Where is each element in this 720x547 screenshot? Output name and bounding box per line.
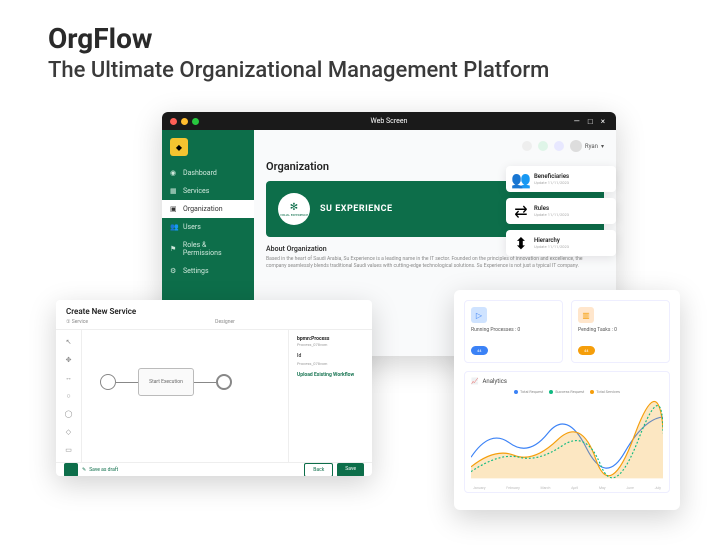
workflow-panel: Create New Service ① Service Designer ↖ … (56, 300, 372, 476)
task-tool[interactable]: ▭ (63, 444, 75, 456)
roles-icon: ⚑ (170, 245, 178, 253)
org-name: SU EXPERIENCE (320, 204, 393, 214)
sidebar-item-services[interactable]: ▦ Services (162, 182, 254, 200)
sidebar-item-label: Settings (183, 267, 209, 275)
hierarchy-icon: ⬍ (514, 236, 528, 250)
user-menu[interactable]: Ryan ▾ (570, 140, 604, 152)
hand-tool[interactable]: ✥ (63, 354, 75, 366)
card-title: Hierarchy (534, 237, 569, 244)
start-node[interactable] (100, 374, 116, 390)
pointer-tool[interactable]: ↖ (63, 336, 75, 348)
card-running-processes[interactable]: ▷ Running Processes : 0 44 (464, 300, 563, 363)
card-rules[interactable]: ⇄ Rules Update 11/11/2023 (506, 198, 616, 224)
save-draft-link[interactable]: ✎ Save as draft (82, 467, 118, 473)
end-node[interactable] (216, 374, 232, 390)
topbar: Ryan ▾ (266, 140, 604, 152)
properties-panel: bpmn:Process Process_078vxm Id Process_0… (288, 330, 372, 462)
sidebar-item-dashboard[interactable]: ◉ Dashboard (162, 164, 254, 182)
chart-legend: Total Request Success Request Total Serv… (471, 389, 663, 394)
bar-chart-icon: ▥ (578, 307, 594, 323)
analytics-panel: ▷ Running Processes : 0 44 ▥ Pending Tas… (454, 290, 680, 510)
gateway-tool[interactable]: ◇ (63, 426, 75, 438)
card-hierarchy[interactable]: ⬍ Hierarchy Update 11/11/2023 (506, 230, 616, 256)
sidebar-item-label: Dashboard (183, 169, 217, 177)
dashboard-icon: ◉ (170, 169, 178, 177)
workflow-canvas[interactable]: Start Execution (82, 330, 288, 462)
window-controls[interactable]: — □ × (574, 117, 608, 126)
upload-workflow-link[interactable]: Upload Existing Workflow (297, 372, 364, 378)
app-logo[interactable]: ◆ (170, 138, 188, 156)
sidebar-item-label: Users (183, 223, 201, 231)
analytics-chart-box: 📈 Analytics Total Request Success Reques… (464, 371, 670, 493)
legend-item: Total Request (520, 389, 543, 394)
sidebar-item-label: Services (183, 187, 209, 195)
sidebar-item-label: Organization (183, 205, 223, 213)
layers-button[interactable] (64, 463, 78, 476)
maximize-icon[interactable] (192, 118, 199, 125)
notification-icon[interactable] (538, 141, 548, 151)
org-logo: ✻ VISUAL EXPERIENCE (278, 193, 310, 225)
card-subtitle: Update 11/11/2023 (534, 212, 569, 217)
back-button[interactable]: Back (304, 463, 333, 476)
rules-icon: ⇄ (514, 204, 528, 218)
people-icon: 👥 (514, 172, 528, 186)
task-node[interactable]: Start Execution (138, 368, 194, 396)
connector (116, 382, 138, 383)
chart-title: Analytics (482, 378, 506, 385)
workflow-footer: ✎ Save as draft Back Save (56, 462, 372, 476)
close-icon[interactable] (170, 118, 177, 125)
minimize-icon[interactable] (181, 118, 188, 125)
gear-icon: ⚙ (170, 267, 178, 275)
card-beneficiaries[interactable]: 👥 Beneficiaries Update 11/11/2023 (506, 166, 616, 192)
legend-item: Success Request (555, 389, 584, 394)
sidebar-item-roles[interactable]: ⚑ Roles & Permissions (162, 236, 254, 262)
search-icon[interactable] (522, 141, 532, 151)
workflow-tab-designer[interactable]: Designer (215, 319, 235, 325)
card-label: Pending Tasks : 0 (578, 327, 663, 333)
help-icon[interactable] (554, 141, 564, 151)
card-pending-tasks[interactable]: ▥ Pending Tasks : 0 44 (571, 300, 670, 363)
user-name: Ryan (585, 143, 598, 150)
end-event-tool[interactable]: ◯ (63, 408, 75, 420)
analytics-chart (471, 398, 663, 480)
workflow-toolbar: ↖ ✥ ↔ ○ ◯ ◇ ▭ (56, 330, 82, 462)
card-title: Beneficiaries (534, 173, 569, 180)
connect-tool[interactable]: ↔ (63, 372, 75, 384)
connector (194, 382, 216, 383)
hero-subtitle: The Ultimate Organizational Management P… (48, 58, 549, 83)
sidebar-item-organization[interactable]: ▣ Organization (162, 200, 254, 218)
props-id-label: Id (297, 353, 364, 359)
card-badge: 44 (471, 346, 488, 355)
legend-item: Total Services (596, 389, 620, 394)
users-icon: 👥 (170, 223, 178, 231)
chart-icon: 📈 (471, 378, 478, 385)
chevron-down-icon: ▾ (601, 143, 604, 150)
sidebar-item-settings[interactable]: ⚙ Settings (162, 262, 254, 280)
card-title: Rules (534, 205, 569, 212)
window-title: Web Screen (371, 117, 408, 125)
services-icon: ▦ (170, 187, 178, 195)
avatar (570, 140, 582, 152)
window-titlebar: Web Screen — □ × (162, 112, 616, 130)
sidebar-item-users[interactable]: 👥 Users (162, 218, 254, 236)
card-label: Running Processes : 0 (471, 327, 556, 333)
props-subtitle: Process_078vxm (297, 342, 364, 347)
workflow-step: ① Service (66, 319, 88, 325)
start-event-tool[interactable]: ○ (63, 390, 75, 402)
about-body: Based in the heart of Saudi Arabia, Su E… (266, 256, 604, 270)
card-subtitle: Update 11/11/2023 (534, 180, 569, 185)
card-subtitle: Update 11/11/2023 (534, 244, 569, 249)
card-badge: 44 (578, 346, 595, 355)
process-icon: ▷ (471, 307, 487, 323)
sidebar-item-label: Roles & Permissions (183, 241, 246, 257)
workflow-header: Create New Service (56, 300, 372, 319)
chart-xaxis: JanuaryFebruaryMarchAprilMayJuneJuly (471, 486, 663, 490)
sparkle-icon: ✻ (290, 202, 298, 213)
hero-title: OrgFlow (48, 22, 152, 55)
info-cards: 👥 Beneficiaries Update 11/11/2023 ⇄ Rule… (506, 166, 616, 256)
props-id-value: Process_078vxm (297, 361, 364, 366)
organization-icon: ▣ (170, 205, 178, 213)
org-logo-caption: VISUAL EXPERIENCE (280, 213, 308, 217)
save-button[interactable]: Save (337, 463, 364, 476)
